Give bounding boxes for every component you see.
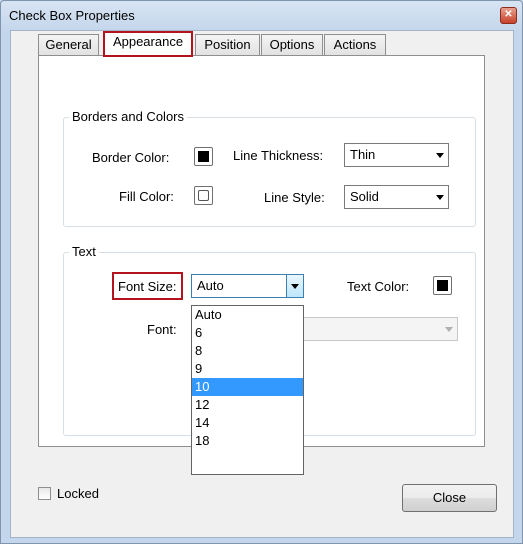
fill-color-none <box>198 190 209 201</box>
font-size-select[interactable]: Auto <box>191 274 304 298</box>
chevron-down-icon <box>436 153 444 158</box>
font-size-option-selected[interactable]: 10 <box>192 378 303 396</box>
fill-color-label: Fill Color: <box>119 189 174 204</box>
border-color-fill <box>198 151 209 162</box>
font-size-option[interactable]: 14 <box>192 414 303 432</box>
close-window-button[interactable]: ✕ <box>500 7 517 24</box>
line-style-select[interactable]: Solid <box>344 185 449 209</box>
line-thickness-value: Thin <box>350 147 376 162</box>
font-size-option[interactable]: 6 <box>192 324 303 342</box>
tab-appearance[interactable]: Appearance <box>104 31 192 56</box>
text-color-swatch[interactable] <box>433 276 452 295</box>
text-group-title: Text <box>69 244 99 259</box>
font-size-value: Auto <box>197 278 224 293</box>
font-label: Font: <box>147 322 177 337</box>
chevron-down-icon <box>436 195 444 200</box>
line-style-label: Line Style: <box>264 190 325 205</box>
chevron-down-icon <box>291 284 299 289</box>
borders-colors-group <box>63 117 476 227</box>
close-button[interactable]: Close <box>402 484 497 512</box>
font-size-option[interactable]: 12 <box>192 396 303 414</box>
line-thickness-select[interactable]: Thin <box>344 143 449 167</box>
line-thickness-label: Line Thickness: <box>233 148 324 163</box>
line-style-value: Solid <box>350 189 379 204</box>
borders-colors-title: Borders and Colors <box>69 109 187 124</box>
tab-options[interactable]: Options <box>261 34 323 55</box>
title-bar[interactable]: Check Box Properties ✕ <box>1 1 522 29</box>
font-size-option[interactable]: 9 <box>192 360 303 378</box>
font-size-highlight <box>112 272 183 300</box>
locked-checkbox[interactable] <box>38 487 51 500</box>
border-color-label: Border Color: <box>92 150 170 165</box>
font-size-option[interactable]: 18 <box>192 432 303 450</box>
locked-label[interactable]: Locked <box>57 486 99 501</box>
tab-position[interactable]: Position <box>195 34 260 55</box>
font-size-option[interactable]: 8 <box>192 342 303 360</box>
window-title: Check Box Properties <box>9 8 135 23</box>
tab-general[interactable]: General <box>38 34 99 55</box>
font-size-option[interactable]: Auto <box>192 306 303 324</box>
font-size-dropdown-list[interactable]: Auto 6 8 9 10 12 14 18 <box>191 305 304 475</box>
font-size-dropdown-button[interactable] <box>286 275 303 297</box>
font-select[interactable] <box>302 317 458 341</box>
text-color-label: Text Color: <box>347 279 410 294</box>
chevron-down-icon <box>445 327 453 332</box>
text-color-fill <box>437 280 448 291</box>
fill-color-swatch[interactable] <box>194 186 213 205</box>
border-color-swatch[interactable] <box>194 147 213 166</box>
tab-actions[interactable]: Actions <box>324 34 386 55</box>
